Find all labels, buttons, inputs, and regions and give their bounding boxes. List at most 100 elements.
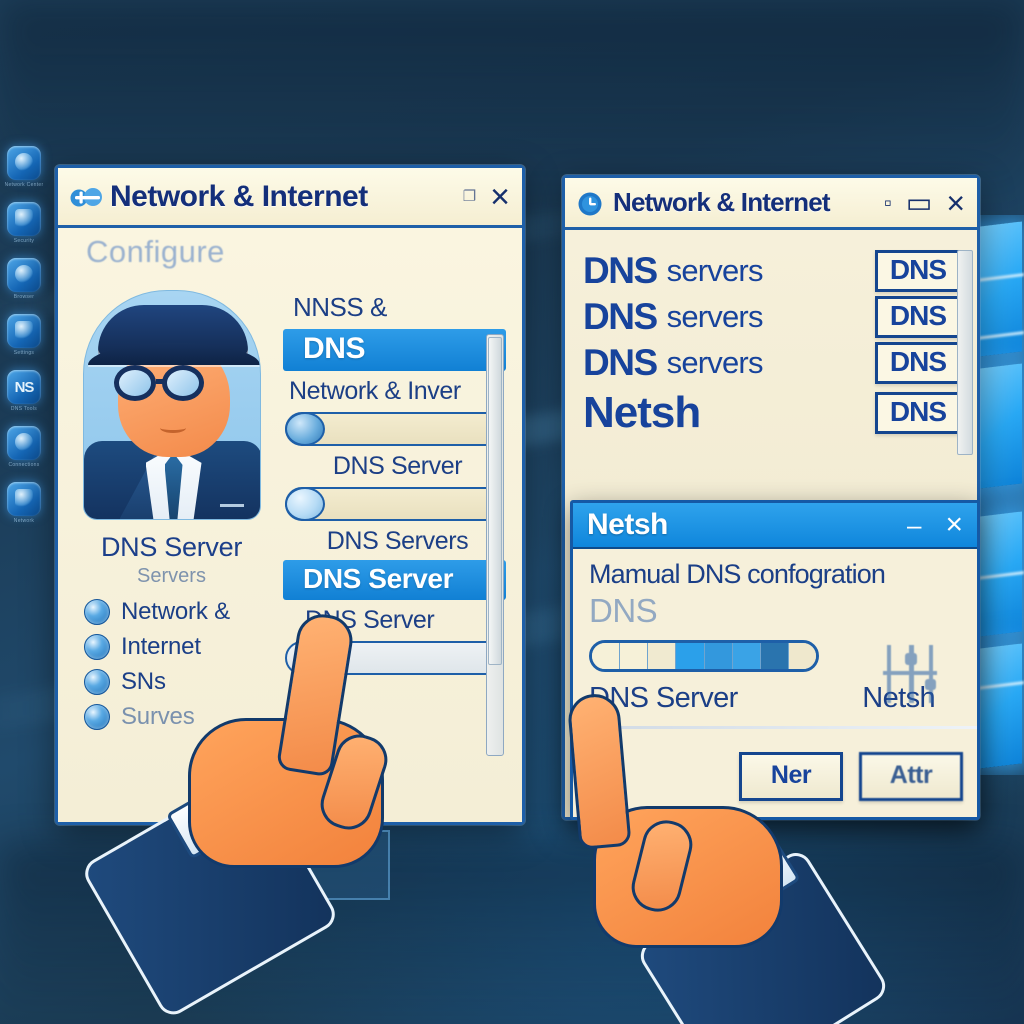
dialog-title: Netsh xyxy=(587,508,668,541)
row-label: servers xyxy=(666,253,764,288)
desktop-icon-label: Network Center xyxy=(4,182,44,188)
row-label-bold: Netsh xyxy=(583,388,701,437)
desktop-icon-settings[interactable]: Settings xyxy=(2,314,46,356)
dns-servers-row-3[interactable]: DNS servers DNS xyxy=(583,342,961,384)
dns-servers-row-1[interactable]: DNS servers DNS xyxy=(583,250,961,292)
profile-subtitle: Servers xyxy=(137,565,206,587)
window-title: Network & Internet xyxy=(110,179,368,213)
vertical-scrollbar[interactable] xyxy=(486,334,504,756)
restore-button[interactable]: ❐ xyxy=(463,189,476,204)
minimize-button[interactable]: – xyxy=(907,510,921,541)
network-internet-window-left[interactable]: Network & Internet ❐ × Configure DNS Ser… xyxy=(55,165,525,825)
dns-chip-button[interactable]: DNS xyxy=(874,392,961,434)
titlebar-buttons[interactable]: ▫ ▭ × xyxy=(884,187,965,219)
technician-avatar xyxy=(82,290,261,520)
add-button[interactable]: Attr xyxy=(859,752,963,801)
list-item-dns-server-selected[interactable]: DNS Server xyxy=(283,560,506,600)
desktop-icon-label: Settings xyxy=(13,350,35,356)
profile-name: DNS Server xyxy=(100,532,243,562)
row-label-bold: DNS xyxy=(583,342,658,383)
dns-chip-button[interactable]: DNS xyxy=(874,296,961,338)
dns-chip-button[interactable]: DNS xyxy=(874,342,961,384)
desktop-icon-network-adapter[interactable]: Network Center xyxy=(2,146,46,188)
list-item-dns-server-ghost[interactable]: DNS Server xyxy=(305,606,506,635)
radio-label: Network & xyxy=(121,598,230,625)
progress-bar xyxy=(589,640,819,672)
radio-group[interactable]: Network & Internet SNs Surves xyxy=(74,598,269,731)
globe-browser-icon xyxy=(7,258,41,292)
toggle-switch-one[interactable] xyxy=(285,412,504,446)
toggle-knob[interactable] xyxy=(285,412,325,446)
netsh-dialog[interactable]: Netsh – × Mamual DNS confogration DNS DN… xyxy=(570,500,980,820)
dialog-titlebar-buttons[interactable]: – × xyxy=(907,508,963,542)
radio-option-surves[interactable]: Surves xyxy=(84,703,269,731)
desktop-icon-label: Network xyxy=(13,518,35,524)
row-label: servers xyxy=(666,345,764,380)
dialog-heading: Mamual DNS confogration xyxy=(589,559,886,589)
radio-label: Surves xyxy=(121,703,195,730)
desktop-icon-security[interactable]: Security xyxy=(2,202,46,244)
dialog-subheading: DNS xyxy=(589,592,658,629)
maximize-button[interactable]: ▭ xyxy=(906,188,932,217)
toggle-knob[interactable] xyxy=(285,487,325,521)
close-button[interactable]: × xyxy=(945,508,963,542)
radio-button-icon[interactable] xyxy=(84,669,110,695)
desktop-icon-connections[interactable]: Connections xyxy=(2,426,46,468)
toggle-one-label: DNS Server xyxy=(332,452,463,480)
radio-option-internet[interactable]: Internet xyxy=(84,633,269,661)
settings-list-panel: NNSS & DNS Network & Inver DNS Server DN… xyxy=(283,290,506,812)
dns-server-label: DNS Server xyxy=(589,682,738,714)
desktop-icon-browser[interactable]: Browser xyxy=(2,258,46,300)
netsh-row[interactable]: Netsh DNS xyxy=(583,388,961,438)
desktop-icon-label: DNS Tools xyxy=(10,406,38,412)
monitor-stand xyxy=(200,830,390,900)
vertical-scrollbar[interactable] xyxy=(957,250,973,455)
radio-option-network[interactable]: Network & xyxy=(84,598,269,626)
divider xyxy=(573,726,977,729)
network-link-icon xyxy=(70,185,102,209)
list-item-dns-selected[interactable]: DNS xyxy=(283,329,506,371)
row-label-bold: DNS xyxy=(583,296,658,337)
dns-servers-row-2[interactable]: DNS servers DNS xyxy=(583,296,961,338)
radio-option-sns[interactable]: SNs xyxy=(84,668,269,696)
radio-label: Internet xyxy=(121,633,201,660)
titlebar[interactable]: Network & Internet ▫ ▭ × xyxy=(565,178,977,230)
desktop-icon-label: Browser xyxy=(13,294,35,300)
dialog-actions[interactable]: Ner Attr xyxy=(739,752,963,801)
list-subheader: Network & Inver xyxy=(289,377,461,405)
scrollbar-thumb[interactable] xyxy=(488,337,502,665)
dns-icon: NS xyxy=(7,370,41,404)
settings-sliders-icon xyxy=(883,645,943,707)
titlebar[interactable]: Network & Internet ❐ × xyxy=(58,168,522,228)
network-share-icon xyxy=(7,482,41,516)
desktop-icon-column: Network Center Security Browser Settings… xyxy=(0,140,48,780)
desktop-icon-network-share[interactable]: Network xyxy=(2,482,46,524)
next-button[interactable]: Ner xyxy=(739,752,843,801)
row-label: servers xyxy=(666,299,764,334)
folder-settings-icon xyxy=(7,314,41,348)
radio-button-icon[interactable] xyxy=(84,599,110,625)
window-body: Configure DNS Server Servers Network & I… xyxy=(58,228,522,822)
list-header: NNSS & xyxy=(293,292,387,322)
window-title: Network & Internet xyxy=(613,187,831,217)
dns-chip-button[interactable]: DNS xyxy=(874,250,961,292)
titlebar-buttons[interactable]: ❐ × xyxy=(463,180,510,214)
clock-network-icon xyxy=(577,191,603,215)
toggle-switch-three[interactable] xyxy=(285,641,504,675)
row-label-bold: DNS xyxy=(583,250,658,291)
dialog-titlebar[interactable]: Netsh – × xyxy=(573,503,977,549)
radio-label: SNs xyxy=(121,668,166,695)
radio-button-icon[interactable] xyxy=(84,634,110,660)
network-adapter-icon xyxy=(7,146,41,180)
profile-panel: DNS Server Servers Network & Internet SN… xyxy=(74,290,269,812)
shield-security-icon xyxy=(7,202,41,236)
radio-button-icon[interactable] xyxy=(84,704,110,730)
desktop-icon-label: Connections xyxy=(8,462,40,468)
close-button[interactable]: × xyxy=(490,180,510,214)
minimize-button[interactable]: ▫ xyxy=(884,191,892,214)
dialog-body: Mamual DNS confogration DNS DNS Server N… xyxy=(573,549,977,817)
toggle-switch-two[interactable] xyxy=(285,487,504,521)
desktop-icon-dns-tools[interactable]: NS DNS Tools xyxy=(2,370,46,412)
close-button[interactable]: × xyxy=(946,187,965,219)
section-label: Configure xyxy=(86,234,225,269)
